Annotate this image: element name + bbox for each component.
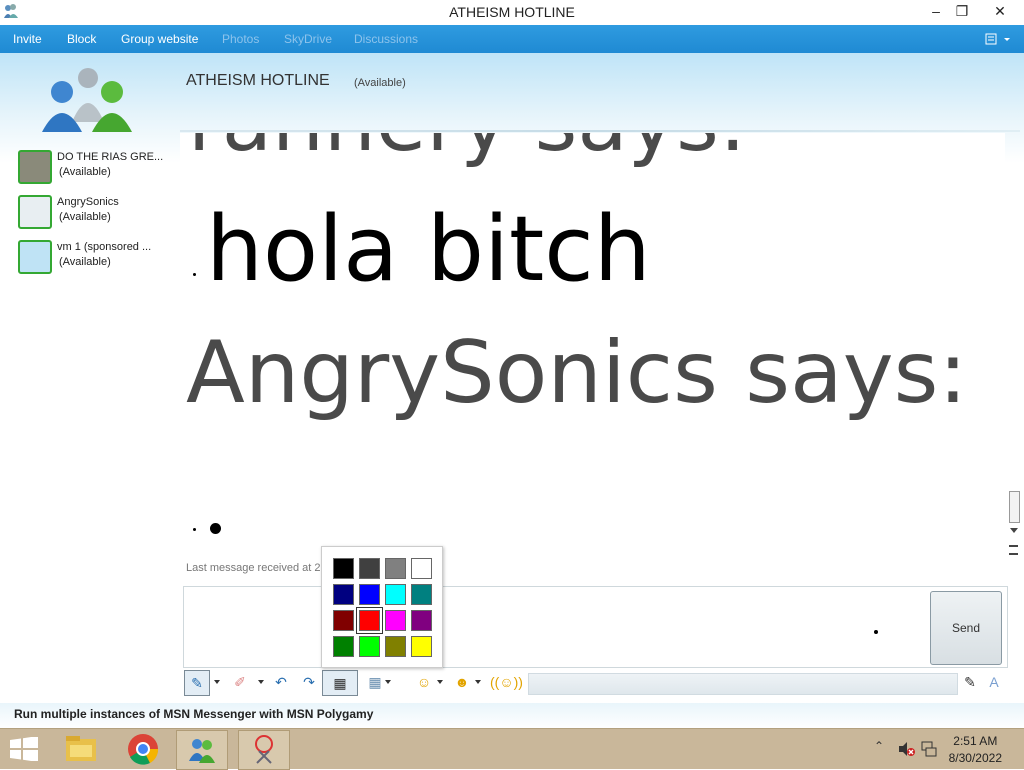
text-cursor-dot: [874, 630, 878, 634]
expand-icon[interactable]: [1009, 545, 1018, 555]
conversation-status: (Available): [354, 77, 406, 89]
menu-invite[interactable]: Invite: [13, 32, 42, 46]
snipping-tool-icon[interactable]: [238, 730, 290, 770]
participants-panel: DO THE RIAS GRE... (Available) AngrySoni…: [0, 53, 175, 703]
color-swatch[interactable]: [411, 558, 432, 579]
contact-item[interactable]: AngrySonics (Available): [18, 195, 178, 231]
bullet-dot: [193, 528, 196, 531]
scroll-down-arrow-icon[interactable]: [1010, 528, 1018, 533]
color-swatch[interactable]: [385, 584, 406, 605]
typing-dot: [210, 523, 221, 534]
restore-button[interactable]: ❐: [946, 0, 978, 22]
font-icon[interactable]: A: [982, 670, 1006, 694]
clock-time: 2:51 AM: [953, 734, 998, 748]
header-divider: [180, 130, 1020, 132]
color-swatch[interactable]: [333, 636, 354, 657]
chevron-down-icon[interactable]: [475, 680, 481, 684]
ad-link[interactable]: Run multiple instances of MSN Messenger …: [14, 707, 373, 721]
bullet-dot: [193, 273, 196, 276]
chevron-down-icon[interactable]: [437, 680, 443, 684]
clock-date: 8/30/2022: [948, 751, 1002, 765]
color-swatch[interactable]: [359, 636, 380, 657]
formatting-strip: [528, 673, 958, 695]
title-bar: ATHEISM HOTLINE – ❐ ✕: [0, 0, 1024, 24]
handwriting-pen-icon[interactable]: ✎: [184, 670, 210, 696]
contact-name: vm 1 (sponsored ...: [57, 241, 152, 253]
color-swatch[interactable]: [356, 607, 383, 634]
color-picker-icon[interactable]: ▦: [322, 670, 358, 696]
menu-group-website[interactable]: Group website: [121, 32, 198, 46]
color-swatch[interactable]: [411, 610, 432, 631]
color-swatch[interactable]: [333, 584, 354, 605]
ad-bar: Run multiple instances of MSN Messenger …: [0, 703, 1024, 729]
chrome-icon[interactable]: [118, 730, 168, 768]
contact-status: (Available): [59, 211, 111, 223]
chevron-down-icon[interactable]: [385, 680, 391, 684]
system-clock[interactable]: 2:51 AM 8/30/2022: [949, 734, 1002, 765]
messenger-taskbar-icon[interactable]: [176, 730, 228, 770]
file-explorer-icon[interactable]: [56, 730, 106, 768]
menu-bar: Invite Block Group website Photos SkyDri…: [0, 25, 1024, 53]
conversation-name: ATHEISM HOTLINE: [186, 72, 330, 89]
contact-name: AngrySonics: [57, 196, 119, 208]
last-message-info: Last message received at 2: [186, 562, 321, 574]
emoticon-icon[interactable]: ☺: [412, 670, 436, 694]
grid-background-icon[interactable]: ▦: [363, 670, 387, 694]
taskbar: ⌃ 2:51 AM 8/30/2022: [0, 728, 1024, 770]
contact-avatar: [18, 195, 52, 229]
contact-avatar: [18, 150, 52, 184]
contact-item[interactable]: DO THE RIAS GRE... (Available): [18, 150, 178, 186]
color-swatch[interactable]: [385, 610, 406, 631]
contact-item[interactable]: vm 1 (sponsored ... (Available): [18, 240, 178, 276]
windows-start-icon[interactable]: [10, 737, 38, 761]
sender-line: AngrySonics says:: [186, 323, 968, 423]
handwriting-mode-icon[interactable]: ✎: [958, 670, 982, 694]
tray-overflow-chevron-icon[interactable]: ⌃: [874, 739, 884, 753]
color-swatch[interactable]: [411, 584, 432, 605]
scroll-thumb[interactable]: [1009, 491, 1020, 523]
contact-avatar: [18, 240, 52, 274]
partial-sender-line: rannery says:: [188, 133, 747, 170]
eraser-icon[interactable]: ✐: [228, 670, 252, 694]
color-swatch[interactable]: [333, 558, 354, 579]
menu-photos[interactable]: Photos: [222, 32, 259, 46]
menu-skydrive[interactable]: SkyDrive: [284, 32, 332, 46]
volume-muted-icon[interactable]: [898, 741, 916, 757]
color-swatch[interactable]: [333, 610, 354, 631]
redo-icon[interactable]: ↷: [297, 670, 321, 694]
chat-scrollbar[interactable]: [1005, 133, 1023, 563]
close-button[interactable]: ✕: [984, 0, 1016, 22]
chat-message: hola bitch: [206, 197, 651, 302]
contact-status: (Available): [59, 256, 111, 268]
color-swatch[interactable]: [359, 558, 380, 579]
chevron-down-icon[interactable]: [258, 680, 264, 684]
color-swatch[interactable]: [411, 636, 432, 657]
color-swatch[interactable]: [359, 584, 380, 605]
options-menu-icon[interactable]: [984, 31, 1014, 47]
network-icon[interactable]: [920, 740, 938, 758]
chat-history[interactable]: rannery says: hola bitch AngrySonics say…: [180, 133, 1005, 543]
undo-icon[interactable]: ↶: [269, 670, 293, 694]
contact-status: (Available): [59, 166, 111, 178]
chevron-down-icon[interactable]: [214, 680, 220, 684]
color-swatch[interactable]: [385, 636, 406, 657]
color-palette-popup: [321, 546, 443, 668]
contact-name: DO THE RIAS GRE...: [57, 151, 164, 163]
nudge-icon[interactable]: ((☺)): [490, 670, 523, 694]
send-button[interactable]: Send: [930, 591, 1002, 665]
window-title: ATHEISM HOTLINE: [449, 4, 575, 20]
color-swatch[interactable]: [385, 558, 406, 579]
menu-block[interactable]: Block: [67, 32, 96, 46]
wink-emoticon-icon[interactable]: ☻: [450, 670, 474, 694]
message-input[interactable]: [183, 586, 1008, 668]
menu-discussions[interactable]: Discussions: [354, 32, 418, 46]
